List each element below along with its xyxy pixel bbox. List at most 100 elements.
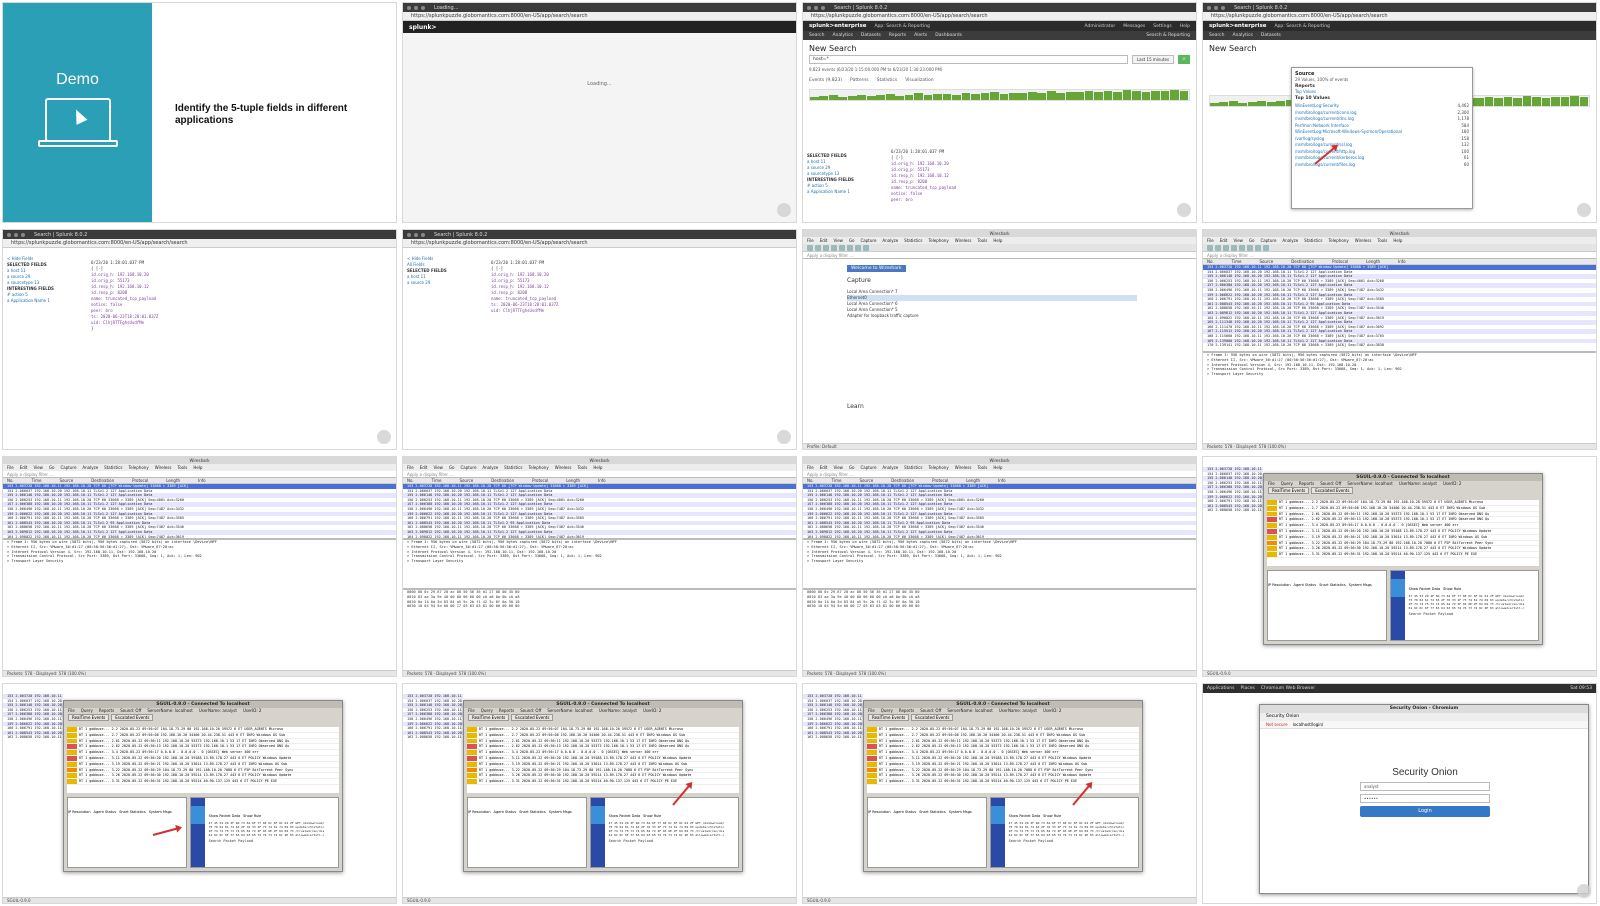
menu-item[interactable]: Help bbox=[193, 464, 202, 471]
timeline-bar[interactable] bbox=[1503, 97, 1513, 106]
menu-item[interactable]: File bbox=[1207, 237, 1214, 244]
timeline-bar[interactable] bbox=[876, 95, 886, 100]
menu-item[interactable]: Go bbox=[849, 237, 855, 244]
menu-item[interactable]: View bbox=[33, 464, 43, 471]
packet-tab[interactable]: Show Packet Data bbox=[1009, 814, 1040, 818]
lower-tab[interactable]: System Msgs bbox=[949, 810, 972, 814]
alert-text[interactable]: RT 1 gobbuse... 3.19 2020-05-22 09:56:21… bbox=[479, 762, 687, 767]
timeline-bar[interactable] bbox=[1532, 97, 1541, 106]
column-header[interactable]: Source bbox=[59, 478, 73, 483]
nav-analytics[interactable]: Analytics bbox=[1232, 33, 1252, 38]
menu-item[interactable]: UserID: 2 bbox=[1043, 708, 1062, 714]
app-selector[interactable]: App: Search & Reporting bbox=[1274, 24, 1329, 29]
menu-item[interactable]: Wireless bbox=[555, 464, 572, 471]
interface-item[interactable]: Ethernet0 bbox=[847, 295, 1137, 301]
nav-datasets[interactable]: Datasets bbox=[861, 33, 881, 38]
menu-item[interactable]: Tools bbox=[977, 464, 987, 471]
menu-item[interactable]: Statistics bbox=[904, 464, 922, 471]
alert-row[interactable]: RT 1 gobbuse... 3.31 2020-05-22 09:56:31… bbox=[867, 779, 1139, 785]
column-header[interactable]: No. bbox=[1207, 259, 1214, 264]
menu-item[interactable]: UserID: 2 bbox=[1443, 481, 1462, 487]
column-header[interactable]: Source bbox=[1259, 259, 1273, 264]
timeline-bar[interactable] bbox=[1151, 90, 1160, 100]
menu-item[interactable]: Go bbox=[849, 464, 855, 471]
timeline-bar[interactable] bbox=[999, 93, 1009, 100]
column-header[interactable]: Info bbox=[1398, 259, 1406, 264]
column-header[interactable]: Time bbox=[1232, 259, 1242, 264]
chromium-menu[interactable]: Chromium Web Browser bbox=[1261, 686, 1315, 691]
column-header[interactable]: Protocol bbox=[132, 478, 148, 483]
search-button[interactable]: ⌕ bbox=[1178, 55, 1190, 64]
app-selector[interactable]: App: Search & Reporting bbox=[874, 24, 929, 29]
timeline-bar[interactable] bbox=[1484, 96, 1494, 106]
menu-item[interactable]: Analyze bbox=[1282, 237, 1298, 244]
nav-datasets[interactable]: Datasets bbox=[1261, 33, 1281, 38]
alert-text[interactable]: RT 1 gobbuse... 2.2 2020-05-22 09:56:07 … bbox=[1279, 500, 1483, 505]
timeline-bar[interactable] bbox=[1210, 103, 1219, 106]
timeline-bar[interactable] bbox=[1103, 91, 1113, 100]
menu-item[interactable]: Wireless bbox=[1355, 237, 1372, 244]
menu-item[interactable]: UserID: 2 bbox=[643, 708, 662, 714]
menu-item[interactable]: Analyze bbox=[882, 464, 898, 471]
column-header[interactable]: Time bbox=[32, 478, 42, 483]
menu-item[interactable]: UserName: analyst bbox=[999, 708, 1037, 714]
alert-text[interactable]: RT 1 gobbuse... 3.11 2020-05-22 09:56:20… bbox=[1279, 529, 1491, 534]
timeline-bar[interactable] bbox=[838, 96, 848, 100]
alert-row[interactable]: RT 1 gobbuse... 3.31 2020-05-22 09:56:31… bbox=[67, 779, 339, 785]
alert-text[interactable]: RT 1 gobbuse... 2.7 2020-05-22 09:56:08 … bbox=[79, 733, 285, 738]
timeline-bar[interactable] bbox=[1541, 97, 1551, 106]
alert-text[interactable]: RT 1 gobbuse... 2.61 2020-05-22 09:56:11… bbox=[479, 739, 689, 744]
menu-item[interactable]: UserName: analyst bbox=[1399, 481, 1437, 487]
splunk-brand[interactable]: splunk>enterprise bbox=[1209, 23, 1266, 29]
password-field[interactable]: •••••• bbox=[1360, 794, 1490, 803]
timeline-bar[interactable] bbox=[1475, 98, 1484, 106]
alert-text[interactable]: RT 1 gobbuse... 3.26 2020-05-22 09:56:30… bbox=[879, 773, 1091, 778]
detail-row[interactable]: > Transport Layer Security bbox=[3, 559, 396, 564]
address-bar[interactable]: https://splunkpuzzle.globomantics.com:80… bbox=[1203, 12, 1596, 21]
alert-text[interactable]: RT 1 gobbuse... 3.11 2020-05-22 09:56:20… bbox=[879, 756, 1091, 761]
field-application-name[interactable]: a Application Name 1 bbox=[807, 189, 885, 195]
lower-tab[interactable]: IP Resolution bbox=[868, 810, 891, 814]
menu-item[interactable]: Analyze bbox=[882, 237, 898, 244]
popup-top-values-link[interactable]: Top Values bbox=[1295, 89, 1469, 94]
timeline-bar[interactable] bbox=[1570, 96, 1579, 106]
timeline-bar[interactable] bbox=[1522, 96, 1532, 106]
alert-text[interactable]: RT 1 gobbuse... 3.4 2020-05-22 09:56:17 … bbox=[79, 750, 259, 755]
alert-text[interactable]: RT 1 gobbuse... 2.2 2020-05-22 09:56:07 … bbox=[879, 727, 1083, 732]
search-payload-label[interactable]: Search Packet Payload bbox=[209, 839, 336, 843]
alert-text[interactable]: RT 1 gobbuse... 2.2 2020-05-22 09:56:07 … bbox=[479, 727, 683, 732]
help-menu[interactable]: Help bbox=[1180, 24, 1190, 29]
alert-text[interactable]: RT 1 gobbuse... 2.62 2020-05-22 09:56:13… bbox=[1279, 517, 1489, 522]
timeline-bar[interactable] bbox=[1084, 90, 1094, 100]
menu-item[interactable]: ServerName: localhost bbox=[947, 708, 993, 714]
timeline-bar[interactable] bbox=[1018, 93, 1028, 100]
packet-tab[interactable]: Show Packet Data bbox=[209, 814, 240, 818]
alert-text[interactable]: RT 1 gobbuse... 3.11 2020-05-22 09:56:20… bbox=[479, 756, 691, 761]
alert-text[interactable]: RT 1 gobbuse... 2.62 2020-05-22 09:56:13… bbox=[79, 744, 289, 749]
menu-item[interactable]: File bbox=[807, 464, 814, 471]
interface-item[interactable]: Local Area Connection* 5 bbox=[847, 307, 1137, 313]
display-filter-input[interactable]: Apply a display filter ... bbox=[803, 252, 1196, 259]
lower-tab[interactable]: Agent Status bbox=[894, 810, 917, 814]
alert-text[interactable]: RT 1 gobbuse... 3.31 2020-05-22 09:56:31… bbox=[1279, 552, 1477, 557]
applications-menu[interactable]: Applications bbox=[1207, 686, 1235, 691]
alert-text[interactable]: RT 1 gobbuse... 3.4 2020-05-22 09:56:17 … bbox=[1279, 523, 1459, 528]
address-bar[interactable]: https://splunkpuzzle.globomantics.com:80… bbox=[3, 239, 396, 248]
menu-item[interactable]: Telephony bbox=[128, 464, 148, 471]
interface-item[interactable]: Local Area Connection* 6 bbox=[847, 301, 1137, 307]
lower-tab[interactable]: Agent Status bbox=[1294, 583, 1317, 587]
timeline-bar[interactable] bbox=[990, 92, 999, 100]
timeline-bar[interactable] bbox=[857, 94, 867, 100]
menu-item[interactable]: ServerName: localhost bbox=[147, 708, 193, 714]
packet-tab[interactable]: Show Rule bbox=[243, 814, 261, 818]
detail-row[interactable]: > Transport Layer Security bbox=[803, 559, 1196, 564]
lower-tab[interactable]: System Msgs bbox=[149, 810, 172, 814]
alert-text[interactable]: RT 1 gobbuse... 3.31 2020-05-22 09:56:31… bbox=[879, 779, 1077, 784]
packet-tab[interactable]: Show Packet Data bbox=[1409, 587, 1440, 591]
interface-item[interactable]: Local Area Connection* 7 bbox=[847, 289, 1137, 295]
alert-text[interactable]: RT 1 gobbuse... 3.31 2020-05-22 09:56:31… bbox=[479, 779, 677, 784]
lower-tab[interactable]: System Msgs bbox=[1349, 583, 1372, 587]
menu-item[interactable]: Wireless bbox=[955, 237, 972, 244]
menu-item[interactable]: Wireless bbox=[955, 464, 972, 471]
timeline-bar[interactable] bbox=[1228, 101, 1238, 106]
